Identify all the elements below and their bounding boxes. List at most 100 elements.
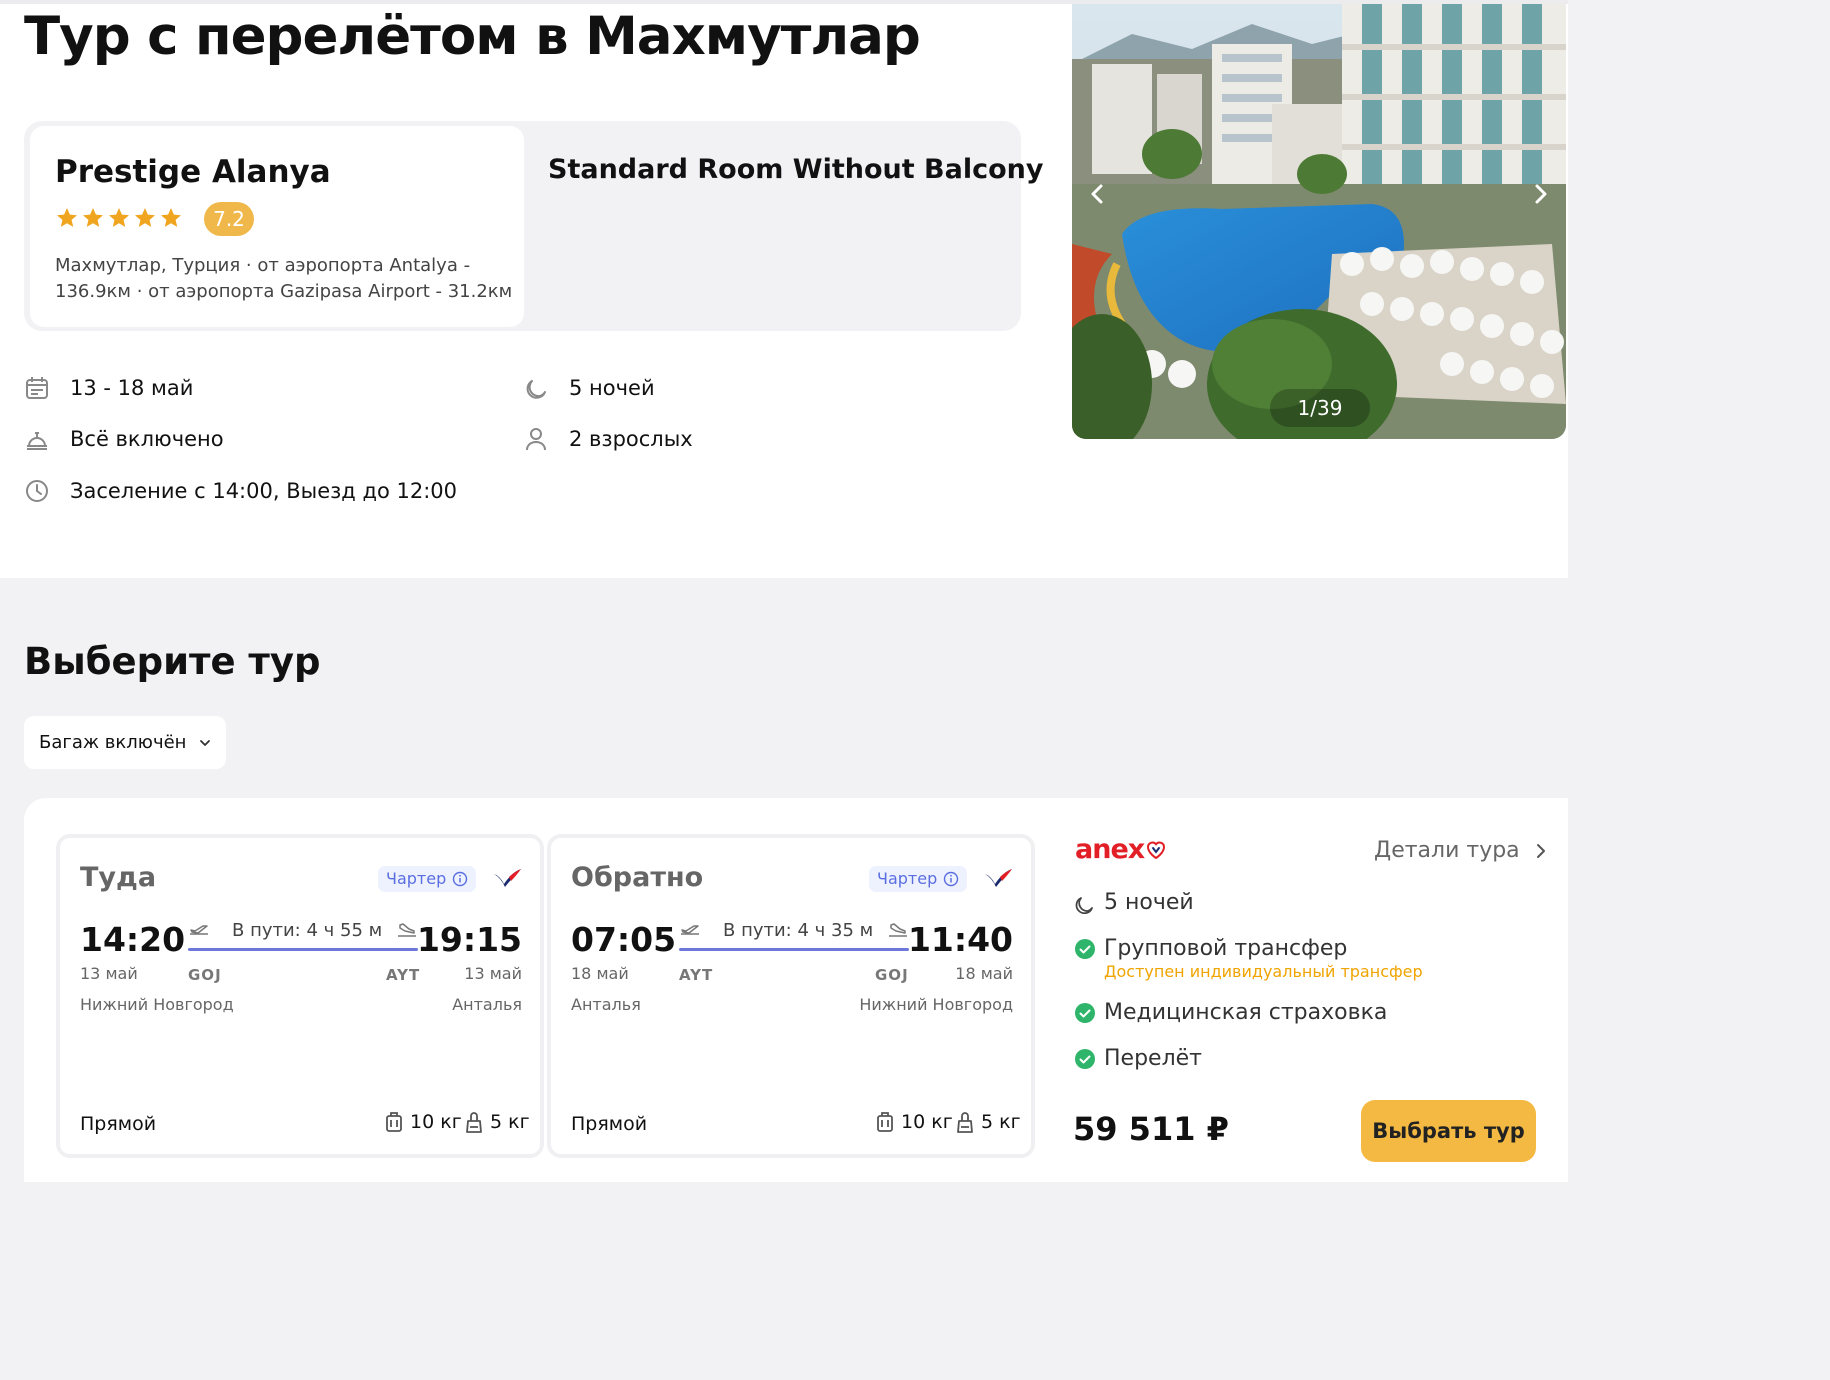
check-circle-icon [1075,938,1095,959]
hotel-card: Prestige Alanya 7.2 Махмутлар, Турция · … [24,121,1043,331]
departure-city: Нижний Новгород [80,995,234,1014]
departure-city: Анталья [571,995,641,1014]
departure-time: 14:20 [80,920,186,959]
arrival-airport-code: GOJ [875,966,909,984]
departure-airport-code: GOJ [188,966,222,984]
arrival-time: 11:40 [907,920,1013,959]
baggage-filter-label: Багаж включён [39,732,187,753]
flight-type: Прямой [80,1113,157,1135]
departure-time: 07:05 [571,920,677,959]
check-circle-icon [1075,1002,1095,1023]
takeoff-icon [190,925,208,935]
arrival-date: 13 май [464,964,522,983]
arrival-city: Анталья [452,995,522,1014]
tour-nights-text: 5 ночей [1104,890,1194,915]
operator-logo: anex [1075,834,1145,865]
info-nights-text: 5 ночей [569,376,655,400]
hotel-name[interactable]: Prestige Alanya [55,154,331,190]
feature-insurance-text: Медицинская страховка [1104,1000,1388,1025]
info-icon [453,871,468,887]
chevron-down-icon [200,739,211,746]
star-icon [57,208,77,227]
flight-direction-title: Туда [80,862,157,893]
bag-icon [466,1112,482,1133]
arrival-city: Нижний Новгород [859,995,1013,1014]
baggage-allowance: 10 кг [384,1110,462,1134]
charter-label: Чартер [877,869,938,888]
hotel-stars [55,206,183,230]
tour-details-label: Детали тура [1374,838,1520,863]
star-icon [109,208,129,227]
feature-flight-text: Перелёт [1104,1046,1202,1071]
star-icon [161,208,181,227]
departure-date: 18 май [571,964,629,983]
route-line [188,948,418,951]
flight-outbound: Туда Чартер 14:20 13 май Нижний Новгород… [56,834,544,1158]
flight-direction-title: Обратно [571,862,704,893]
info-dates-text: 13 - 18 май [70,376,194,400]
suitcase-icon [877,1112,893,1132]
landing-icon [889,923,907,937]
arrival-airport-code: AYT [386,966,421,984]
flight-return: Обратно Чартер 07:05 18 май Анталья В пу… [547,834,1035,1158]
gallery-counter: 1/39 [1270,389,1370,427]
select-tour-button[interactable]: Выбрать тур [1361,1100,1536,1162]
hand-luggage: 5 кг [464,1110,530,1134]
chevron-right-icon [1536,843,1545,858]
star-icon [83,208,103,227]
flight-duration: В пути: 4 ч 35 м [723,920,874,941]
section-title: Выберите тур [24,640,321,683]
landing-icon [398,923,416,937]
charter-badge[interactable]: Чартер [378,866,477,892]
tour-nights: 5 ночей [1074,890,1194,915]
feature-insurance: Медицинская страховка [1074,1000,1387,1025]
hand-luggage: 5 кг [955,1110,1021,1134]
feature-transfer-text: Групповой трансфер [1104,936,1348,961]
hotel-photo [1072,4,1566,439]
info-checkin: Заселение с 14:00, Выезд до 12:00 [24,478,457,504]
info-meal-text: Всё включено [70,427,224,451]
clock-icon [26,480,48,502]
page-title: Тур с перелётом в Махмутлар [24,6,921,67]
info-guests-text: 2 взрослых [569,427,693,451]
tour-price: 59 511 ₽ [1073,1110,1229,1148]
rating-badge[interactable]: 7.2 [204,202,254,236]
feature-transfer: Групповой трансфер [1074,936,1347,961]
heart-icon[interactable] [1144,838,1168,862]
star-icon [135,208,155,227]
hotel-info-panel: Prestige Alanya 7.2 Махмутлар, Турция · … [30,126,524,327]
baggage-allowance: 10 кг [875,1110,953,1134]
gallery-prev-icon[interactable] [1086,182,1110,206]
takeoff-icon [681,925,699,935]
airline-logo-icon [494,869,521,887]
photo-gallery[interactable]: 1/39 [1072,4,1566,439]
route-line [679,948,909,951]
gallery-next-icon[interactable] [1528,182,1552,206]
hotel-location: Махмутлар, Турция · от аэропорта Antalya… [55,255,513,302]
hand-luggage-weight: 5 кг [490,1111,530,1133]
transfer-note[interactable]: Доступен индивидуальный трансфер [1104,962,1423,981]
charter-badge[interactable]: Чартер [869,866,968,892]
airline-logo-icon [985,869,1012,887]
departure-airport-code: AYT [679,966,714,984]
flight-type: Прямой [571,1113,648,1135]
room-name: Standard Room Without Balcony [548,154,1044,185]
baggage-filter-dropdown[interactable]: Багаж включён [24,716,226,769]
moon-icon [526,380,546,399]
bag-icon [957,1112,973,1133]
baggage-weight: 10 кг [901,1111,953,1133]
flight-duration: В пути: 4 ч 55 м [232,920,383,941]
departure-date: 13 май [80,964,138,983]
info-dates: 13 - 18 май [24,375,193,401]
tour-details-link[interactable]: Детали тура [1374,838,1548,863]
info-nights: 5 ночей [523,375,655,401]
suitcase-icon [386,1112,402,1132]
feature-flight: Перелёт [1074,1046,1202,1071]
person-icon [526,428,546,451]
hand-luggage-weight: 5 кг [981,1111,1021,1133]
cloche-icon [27,432,47,450]
info-icon [944,871,959,887]
check-circle-icon [1075,1048,1095,1069]
calendar-icon [26,377,48,399]
tour-card: Туда Чартер 14:20 13 май Нижний Новгород… [24,798,1568,1182]
